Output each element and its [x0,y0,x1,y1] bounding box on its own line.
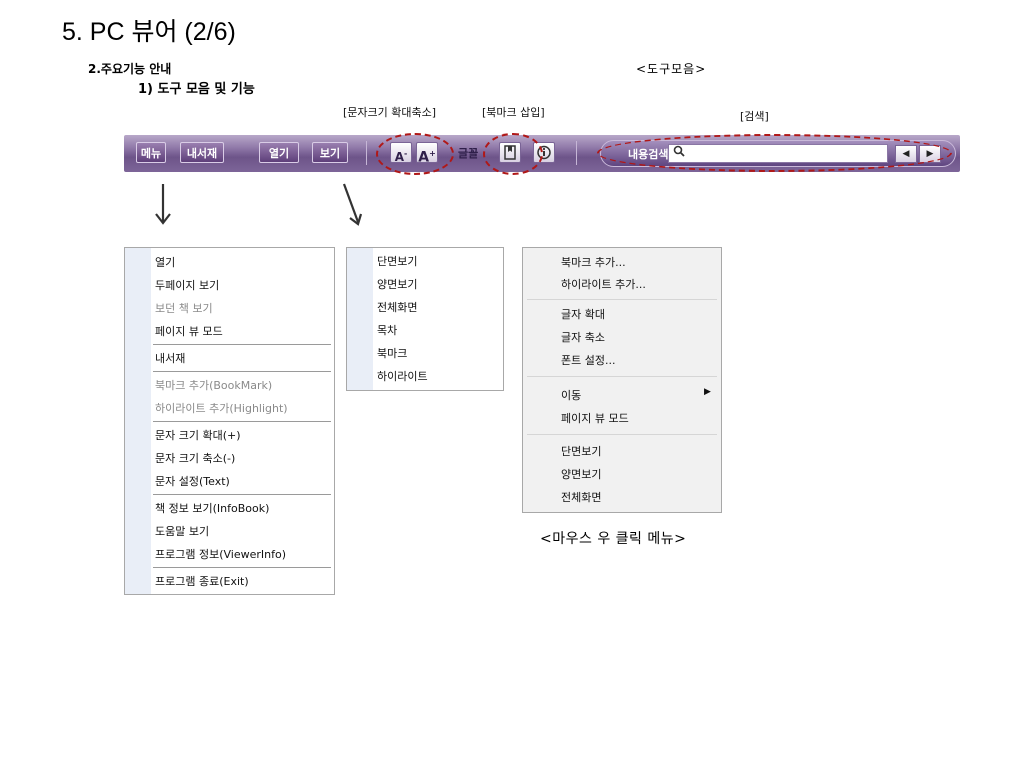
open-button[interactable]: 열기 [259,142,299,163]
context-item-font-settings[interactable]: 폰트 설정... [561,352,615,368]
toolbar-separator [576,141,577,165]
menu-item-recent-book[interactable]: 보던 책 보기 [155,300,213,316]
context-item-single-page[interactable]: 단면보기 [561,443,601,459]
context-menu-caption: <마우스 우 클릭 메뉴> [540,531,687,547]
menu-gutter [125,248,151,594]
menu-item-help[interactable]: 도움말 보기 [155,523,209,539]
menu-item-viewer-info[interactable]: 프로그램 정보(ViewerInfo) [155,546,286,562]
font-size-highlight [376,133,454,175]
menu-item-add-highlight[interactable]: 하이라이트 추가(Highlight) [155,400,288,416]
search-caption: [검색] [740,110,769,123]
my-library-button[interactable]: 내서재 [180,142,224,163]
search-highlight [597,134,952,172]
context-item-add-bookmark[interactable]: 북마크 추가... [561,254,626,270]
slide-title: 5. PC 뷰어 (2/6) [62,18,236,46]
menu-item-two-page-view[interactable]: 두페이지 보기 [155,277,219,293]
menu-separator [153,567,331,568]
menu-item-toc[interactable]: 목차 [377,322,397,338]
context-menu: 북마크 추가... 하이라이트 추가... 글자 확대 글자 축소 폰트 설정.… [522,247,722,513]
menu-item-open[interactable]: 열기 [155,254,175,270]
menu-separator [153,371,331,372]
down-arrow-icon [342,183,363,226]
down-arrow-icon [155,184,171,225]
menu-separator [527,299,717,300]
menu-item-double-page[interactable]: 양면보기 [377,276,417,292]
context-item-move[interactable]: 이동 [561,387,581,403]
submenu-arrow-icon: ▶ [704,387,711,397]
context-item-fullscreen[interactable]: 전체화면 [561,489,601,505]
menu-item-page-view-mode[interactable]: 페이지 뷰 모드 [155,323,223,339]
menu-item-highlight[interactable]: 하이라이트 [377,368,428,384]
menu-button[interactable]: 메뉴 [136,142,166,163]
menu-item-font-decrease[interactable]: 문자 크기 축소(-) [155,450,235,466]
context-item-add-highlight[interactable]: 하이라이트 추가... [561,276,646,292]
menu-gutter [347,248,373,390]
view-button[interactable]: 보기 [312,142,348,163]
context-item-double-page[interactable]: 양면보기 [561,466,601,482]
menu-separator [153,494,331,495]
font-label[interactable]: 글꼴 [458,145,478,161]
subsection-title: 1) 도구 모음 및 기능 [138,82,255,97]
section-title: 2.주요기능 안내 [88,62,172,76]
menu-item-single-page[interactable]: 단면보기 [377,253,417,269]
context-item-page-view-mode[interactable]: 페이지 뷰 모드 [561,410,629,426]
menu-separator [527,434,717,435]
menu-item-exit[interactable]: 프로그램 종료(Exit) [155,573,249,589]
context-item-font-increase[interactable]: 글자 확대 [561,306,605,322]
view-menu-dropdown: 단면보기 양면보기 전체화면 목차 북마크 하이라이트 [346,247,504,391]
menu-separator [153,421,331,422]
menu-item-book-info[interactable]: 책 정보 보기(InfoBook) [155,500,269,516]
toolbar-separator [366,141,367,165]
menu-separator [153,344,331,345]
toolbar-caption: <도구모음> [636,62,707,76]
menu-item-bookmark[interactable]: 북마크 [377,345,407,361]
menu-item-my-library[interactable]: 내서재 [155,350,185,366]
menu-separator [527,376,717,377]
menu-item-font-increase[interactable]: 문자 크기 확대(+) [155,427,241,443]
menu-item-add-bookmark[interactable]: 북마크 추가(BookMark) [155,377,272,393]
bookmark-caption: [북마크 삽입] [482,106,545,119]
bookmark-highlight [483,133,543,175]
font-size-caption: [문자크기 확대축소] [343,106,437,119]
menu-item-fullscreen[interactable]: 전체화면 [377,299,417,315]
main-menu-dropdown: 열기 두페이지 보기 보던 책 보기 페이지 뷰 모드 내서재 북마크 추가(B… [124,247,335,595]
context-item-font-decrease[interactable]: 글자 축소 [561,329,605,345]
menu-item-text-settings[interactable]: 문자 설정(Text) [155,473,230,489]
